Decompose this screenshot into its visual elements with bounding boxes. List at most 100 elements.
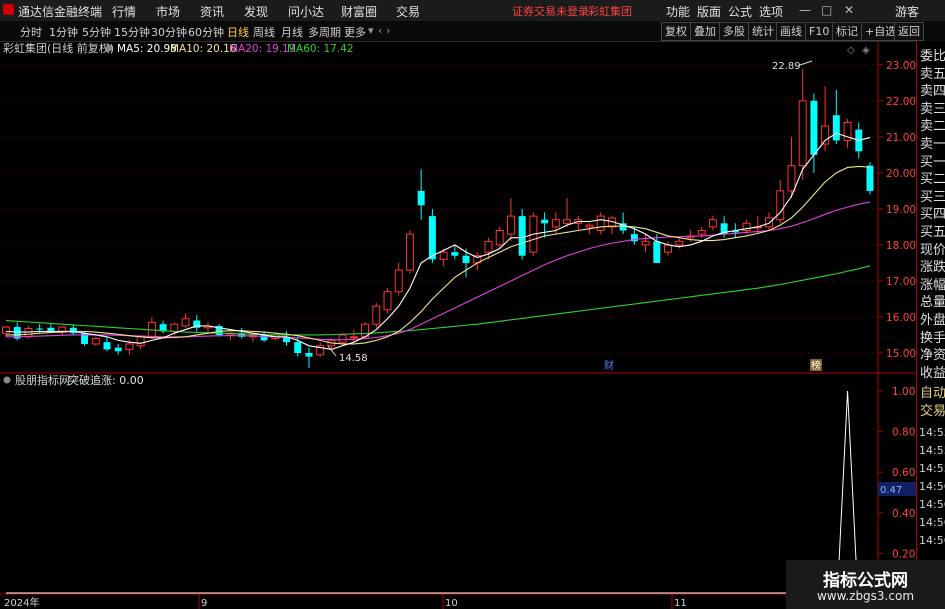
quote-label-2: 卖四: [920, 84, 945, 100]
quote-label-8: 买三: [920, 189, 945, 205]
period-tab-1min[interactable]: 1分钟: [49, 24, 78, 40]
trade-time-6: 14:56: [919, 534, 945, 547]
statistics-button[interactable]: 统计: [748, 22, 778, 41]
quote-label-17: 净资: [920, 348, 945, 364]
indicator-tick-label: 0.20: [892, 548, 915, 560]
prev-arrow-icon[interactable]: ‹: [378, 24, 382, 37]
price-tick-label: 19.00: [886, 204, 916, 216]
more-dropdown-icon[interactable]: ▾: [368, 24, 374, 37]
period-tab-60min[interactable]: 60分钟: [188, 24, 224, 40]
menu-item-options[interactable]: 选项: [759, 3, 783, 20]
ma20-label: MA20: 19.19: [229, 43, 296, 55]
multi-stock-button[interactable]: 多股: [719, 22, 749, 41]
expand-icon[interactable]: ◈: [862, 45, 870, 56]
candle-body-down: [451, 252, 459, 256]
trade-time-1: 14:55: [919, 444, 945, 457]
period-tab-5min[interactable]: 5分钟: [82, 24, 111, 40]
f10-button[interactable]: F10: [805, 22, 834, 41]
candle-body-down: [462, 255, 470, 263]
adjust-button[interactable]: 复权: [661, 22, 691, 41]
candle-body-up: [383, 291, 392, 311]
price-axis: 23.00 22.00 21.00 20.00 19.00 18.00 17.00 16.00…: [878, 60, 916, 360]
indicator-title: 股朋指标网: [15, 373, 70, 387]
candle-body-down: [866, 165, 874, 191]
period-tab-15min[interactable]: 15分钟: [114, 24, 150, 40]
mark-button[interactable]: 标记: [832, 22, 862, 41]
candle-body-up: [495, 230, 504, 246]
app-name: 通达信金融终端: [18, 5, 103, 19]
back-button[interactable]: 返回: [894, 22, 924, 41]
menu-item-market[interactable]: 市场: [156, 3, 180, 20]
quote-label-18: 收益: [920, 365, 945, 381]
settings-icon[interactable]: [105, 44, 113, 52]
current-value-label: 0.47: [880, 485, 902, 496]
quote-panel: 委比 卖五 卖四 卖三 卖二 卖一 买一 买二 买三 买四 买五 现价 涨跌 涨幅 总量 外盘 换手 净资 收益 自动…: [916, 41, 945, 609]
candle-body-up: [439, 251, 448, 260]
minimize-icon[interactable]: —: [799, 3, 811, 17]
quote-label-0: 委比: [920, 49, 945, 64]
menu-item-layout[interactable]: 版面: [697, 3, 721, 20]
candle-body-up: [394, 269, 403, 293]
period-tab-intraday[interactable]: 分时: [20, 24, 42, 40]
candle-body-up: [125, 343, 134, 350]
date-label-oct: 10: [445, 598, 458, 609]
signal-label: 突破追涨: 0.00: [68, 373, 144, 387]
draw-line-button[interactable]: 画线: [776, 22, 806, 41]
candle-body-up: [405, 233, 414, 271]
candle-body-up: [664, 244, 673, 253]
overlay-button[interactable]: 叠加: [690, 22, 720, 41]
candle-body-down: [417, 190, 425, 206]
candle-body-up: [787, 165, 796, 192]
finance-marker[interactable]: 财: [604, 359, 614, 372]
trade-time-4: 14:56: [919, 498, 945, 511]
menu-item-quotes[interactable]: 行情: [112, 3, 136, 20]
menu-item-ask[interactable]: 问小达: [288, 3, 324, 20]
menu-item-trade[interactable]: 交易: [396, 3, 420, 20]
candle-body-up: [697, 230, 706, 235]
candle-body-up: [170, 323, 179, 332]
close-icon[interactable]: ✕: [844, 3, 854, 17]
date-label-year: 2024年: [4, 596, 39, 609]
period-tab-weekly[interactable]: 周线: [253, 24, 275, 40]
menu-item-news[interactable]: 资讯: [200, 3, 224, 20]
quote-label-4: 卖二: [920, 119, 945, 135]
signal-line: [6, 390, 878, 594]
indicator-tick-label: 0.40: [892, 508, 915, 520]
watermark-title: 指标公式网: [823, 571, 908, 591]
restore-icon[interactable]: □: [821, 3, 832, 17]
next-arrow-icon[interactable]: ›: [386, 24, 390, 37]
low-price-label: 14.58: [339, 353, 368, 364]
menu-item-discover[interactable]: 发现: [244, 3, 268, 20]
user-label[interactable]: 游客: [895, 3, 919, 20]
period-tab-more[interactable]: 更多: [344, 24, 366, 40]
quote-label-20: 交易: [920, 404, 945, 419]
candle-body-up: [372, 305, 381, 325]
quote-label-14: 总量: [920, 295, 945, 311]
chart-area[interactable]: 彩虹集团(日线 前复权) MA5: 20.98 MA10: 20.16 MA20…: [0, 41, 916, 609]
indicator-settings-icon[interactable]: [3, 376, 11, 384]
candle-body-down: [541, 219, 549, 224]
login-notice[interactable]: 证券交易未登录: [512, 3, 589, 19]
quote-label-12: 涨跌: [920, 260, 945, 276]
candle-body-down: [305, 352, 313, 357]
menu-item-formula[interactable]: 公式: [728, 3, 752, 20]
ranking-marker[interactable]: 榜: [811, 359, 821, 372]
candle-body-down: [810, 100, 818, 155]
candle-body-up: [596, 215, 605, 232]
candle-body-up: [765, 217, 773, 228]
period-tab-multi[interactable]: 多周期: [308, 24, 341, 40]
ma60-label: MA60: 17.42: [287, 43, 354, 55]
period-tab-daily[interactable]: 日线: [227, 24, 249, 40]
trade-time-3: 14:56: [919, 480, 945, 493]
diamond-icon[interactable]: ◇: [847, 45, 855, 56]
candle-body-down: [36, 328, 44, 330]
menu-item-wealth[interactable]: 财富圈: [341, 3, 377, 20]
quote-label-5: 卖一: [920, 137, 945, 152]
candle-body-up: [349, 336, 358, 339]
quote-label-19: 自动: [920, 386, 945, 401]
candle-body-up: [821, 125, 830, 145]
period-tab-30min[interactable]: 30分钟: [151, 24, 187, 40]
period-tab-monthly[interactable]: 月线: [281, 24, 303, 40]
candle-body-up: [641, 240, 650, 246]
menu-item-function[interactable]: 功能: [666, 3, 690, 20]
